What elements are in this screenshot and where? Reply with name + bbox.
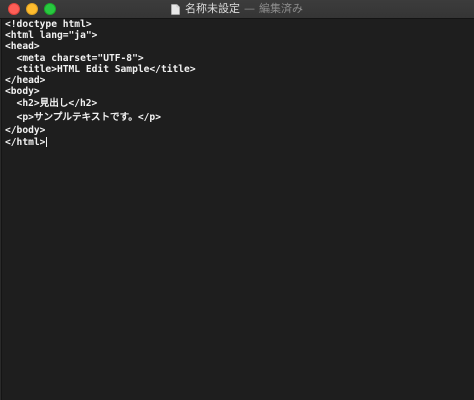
window-title: 名称未設定 — 編集済み bbox=[0, 0, 474, 18]
code-line: <meta charset="UTF-8"> bbox=[5, 52, 144, 64]
code-line: <body> bbox=[5, 86, 40, 98]
code-line: </body> bbox=[5, 125, 46, 137]
document-icon bbox=[171, 3, 180, 15]
code-line-text: </html> bbox=[5, 136, 46, 148]
code-line: <html lang="ja"> bbox=[5, 30, 98, 42]
text-cursor bbox=[46, 136, 48, 147]
code-line: <!doctype html> bbox=[5, 19, 92, 30]
document-name: 名称未設定 bbox=[185, 2, 240, 15]
edit-status: 編集済み bbox=[259, 2, 303, 15]
code-line-last: </html> bbox=[5, 136, 470, 148]
code-line: <h2>見出し</h2> bbox=[5, 98, 98, 110]
title-bar[interactable]: 名称未設定 — 編集済み bbox=[0, 0, 474, 19]
code-line: <title>HTML Edit Sample</title> bbox=[5, 63, 196, 75]
text-editor-area[interactable]: <!doctype html> <html lang="ja"> <head> … bbox=[0, 19, 474, 400]
code-line: </head> bbox=[5, 74, 46, 86]
title-separator: — bbox=[244, 2, 255, 15]
code-line: <head> bbox=[5, 41, 40, 53]
code-line: <p>サンプルテキストです。</p> bbox=[5, 112, 161, 124]
text-editor-window: 名称未設定 — 編集済み <!doctype html> <html lang=… bbox=[0, 0, 474, 400]
